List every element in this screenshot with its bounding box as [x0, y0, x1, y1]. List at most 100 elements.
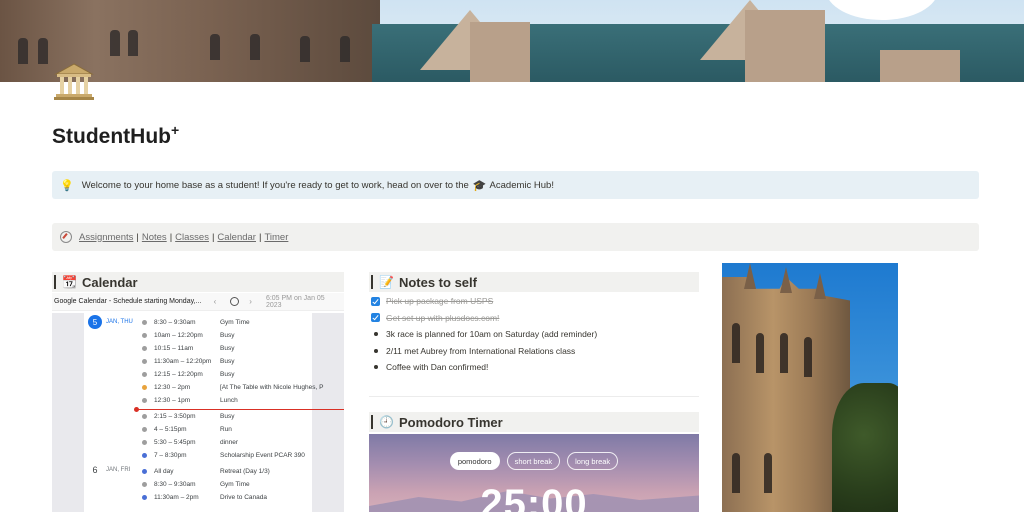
nav-link-classes[interactable]: Classes [175, 232, 209, 243]
pomodoro-mode-button[interactable]: pomodoro [449, 452, 500, 470]
event-title: Busy [220, 358, 235, 365]
nav-link-assignments[interactable]: Assignments [79, 232, 133, 243]
event-title: Drive to Canada [220, 494, 267, 501]
calendar-toolbar: Google Calendar - Schedule starting Mond… [52, 293, 344, 311]
event-title: Busy [220, 332, 235, 339]
calendar-event[interactable]: 2:15 – 3:50pm Busy [142, 410, 344, 423]
pomodoro-heading: 🕘 Pomodoro Timer [369, 412, 699, 432]
event-time: 5:30 – 5:45pm [154, 439, 196, 446]
calendar-event[interactable]: 11:30am – 2pm Drive to Canada [142, 491, 344, 504]
classical-building-icon [52, 62, 96, 102]
checkbox-checked[interactable] [371, 296, 380, 306]
todo-item: Pick up package from USPS [369, 293, 699, 310]
welcome-callout: 💡 Welcome to your home base as a student… [52, 171, 979, 199]
memo-icon: 📝 [379, 275, 394, 289]
calendar-icon: 📆 [62, 275, 77, 289]
nav-link-notes[interactable]: Notes [142, 232, 167, 243]
event-title: Gym Time [220, 319, 250, 326]
clock-icon[interactable] [230, 297, 240, 306]
event-color-dot [142, 495, 147, 500]
current-time-dot [134, 407, 139, 412]
short-break-button[interactable]: short break [506, 452, 561, 470]
calendar-event[interactable]: 10am – 12:20pm Busy [142, 329, 344, 342]
event-time: 11:30am – 2pm [154, 494, 199, 501]
checkbox-checked[interactable] [371, 313, 380, 323]
event-color-dot [142, 320, 147, 325]
nav-link-timer[interactable]: Timer [264, 232, 288, 243]
event-time: 2:15 – 3:50pm [154, 413, 196, 420]
event-title: Retreat (Day 1/3) [220, 468, 270, 475]
bullet-item: 2/11 met Aubrey from International Relat… [369, 343, 699, 360]
event-title: Lunch [220, 397, 238, 404]
calendar-event[interactable]: 7 – 8:30pm Scholarship Event PCAR 390 [142, 449, 344, 462]
event-time: 12:30 – 1pm [154, 397, 191, 404]
event-title: Busy [220, 345, 235, 352]
nav-link-calendar[interactable]: Calendar [217, 232, 256, 243]
event-time: 12:15 – 12:20pm [154, 371, 203, 378]
event-time: 10am – 12:20pm [154, 332, 203, 339]
calendar-agenda: 5 JAN, THU 6 JAN, FRI 8:30 – 9:30am Gym Tim… [52, 313, 344, 512]
event-time: All day [154, 468, 174, 475]
calendar-timestamp: 6:05 PM on Jan 05 2023 [265, 294, 325, 309]
event-title: [At The Table with Nicole Hughes, P [220, 384, 324, 391]
timer-display: 25:00 [480, 482, 588, 512]
chevron-left-icon[interactable]: ‹ [214, 297, 217, 306]
callout-text: Welcome to your home base as a student! … [81, 179, 469, 191]
calendar-event[interactable]: 8:30 – 9:30am Gym Time [142, 316, 344, 329]
event-color-dot [142, 440, 147, 445]
event-title: Busy [220, 371, 235, 378]
lightbulb-icon: 💡 [60, 179, 74, 192]
notes-list: Pick up package from USPS Get set up wit… [369, 293, 699, 376]
event-time: 8:30 – 9:30am [154, 319, 196, 326]
calendar-event[interactable]: 12:30 – 1pm Lunch [142, 394, 344, 407]
compass-icon [60, 231, 72, 243]
event-time: 12:30 – 2pm [154, 384, 191, 391]
calendar-event[interactable]: 12:30 – 2pm [At The Table with Nicole Hug… [142, 381, 344, 394]
event-color-dot [142, 346, 147, 351]
day-header: 6 JAN, FRI [92, 465, 131, 475]
event-time: 10:15 – 11am [154, 345, 194, 352]
google-calendar-embed[interactable]: Google Calendar - Schedule starting Mond… [52, 293, 344, 512]
bullet-item: Coffee with Dan confirmed! [369, 359, 699, 376]
calendar-event[interactable]: 10:15 – 11am Busy [142, 342, 344, 355]
event-color-dot [142, 398, 147, 403]
calendar-event[interactable]: 11:30am – 12:20pm Busy [142, 355, 344, 368]
calendar-event[interactable]: 5:30 – 5:45pm dinner [142, 436, 344, 449]
quick-nav-bar: Assignments | Notes | Classes | Calendar… [52, 223, 979, 251]
event-title: Scholarship Event PCAR 390 [220, 452, 305, 459]
notes-heading: 📝 Notes to self [369, 272, 699, 292]
event-title: Busy [220, 413, 235, 420]
pomodoro-timer-widget: pomodoro short break long break 25:00 [369, 434, 699, 512]
calendar-event[interactable]: 12:15 – 12:20pm Busy [142, 368, 344, 381]
calendar-event[interactable]: All day Retreat (Day 1/3) [142, 465, 344, 478]
event-color-dot [142, 359, 147, 364]
calendar-event[interactable]: 8:30 – 9:30am Gym Time [142, 478, 344, 491]
event-color-dot [142, 427, 147, 432]
event-title: Run [220, 426, 232, 433]
event-time: 11:30am – 12:20pm [154, 358, 212, 365]
plusdocs-link[interactable]: plusdocs.com! [445, 313, 499, 323]
campus-photo [722, 263, 898, 512]
event-color-dot [142, 414, 147, 419]
cover-image [0, 0, 1024, 82]
event-color-dot [142, 469, 147, 474]
day-header: 5 JAN, THU [88, 315, 133, 329]
academic-hub-link[interactable]: Academic Hub [490, 180, 552, 191]
event-time: 4 – 5:15pm [154, 426, 187, 433]
graduation-cap-icon: 🎓 [472, 179, 487, 192]
calendar-heading: 📆 Calendar [52, 272, 344, 292]
event-time: 7 – 8:30pm [154, 452, 187, 459]
chevron-right-icon[interactable]: › [249, 297, 252, 306]
event-color-dot [142, 385, 147, 390]
calendar-embed-title[interactable]: Google Calendar - Schedule starting Mond… [54, 298, 204, 305]
event-color-dot [142, 333, 147, 338]
todo-item: Get set up with plusdocs.com! [369, 310, 699, 327]
divider [369, 396, 699, 397]
long-break-button[interactable]: long break [567, 452, 619, 470]
calendar-event[interactable]: 4 – 5:15pm Run [142, 423, 344, 436]
event-color-dot [142, 482, 147, 487]
event-title: Gym Time [220, 481, 250, 488]
page-title: StudentHub+ [52, 122, 180, 148]
event-time: 8:30 – 9:30am [154, 481, 196, 488]
clock-icon: 🕘 [379, 415, 394, 429]
